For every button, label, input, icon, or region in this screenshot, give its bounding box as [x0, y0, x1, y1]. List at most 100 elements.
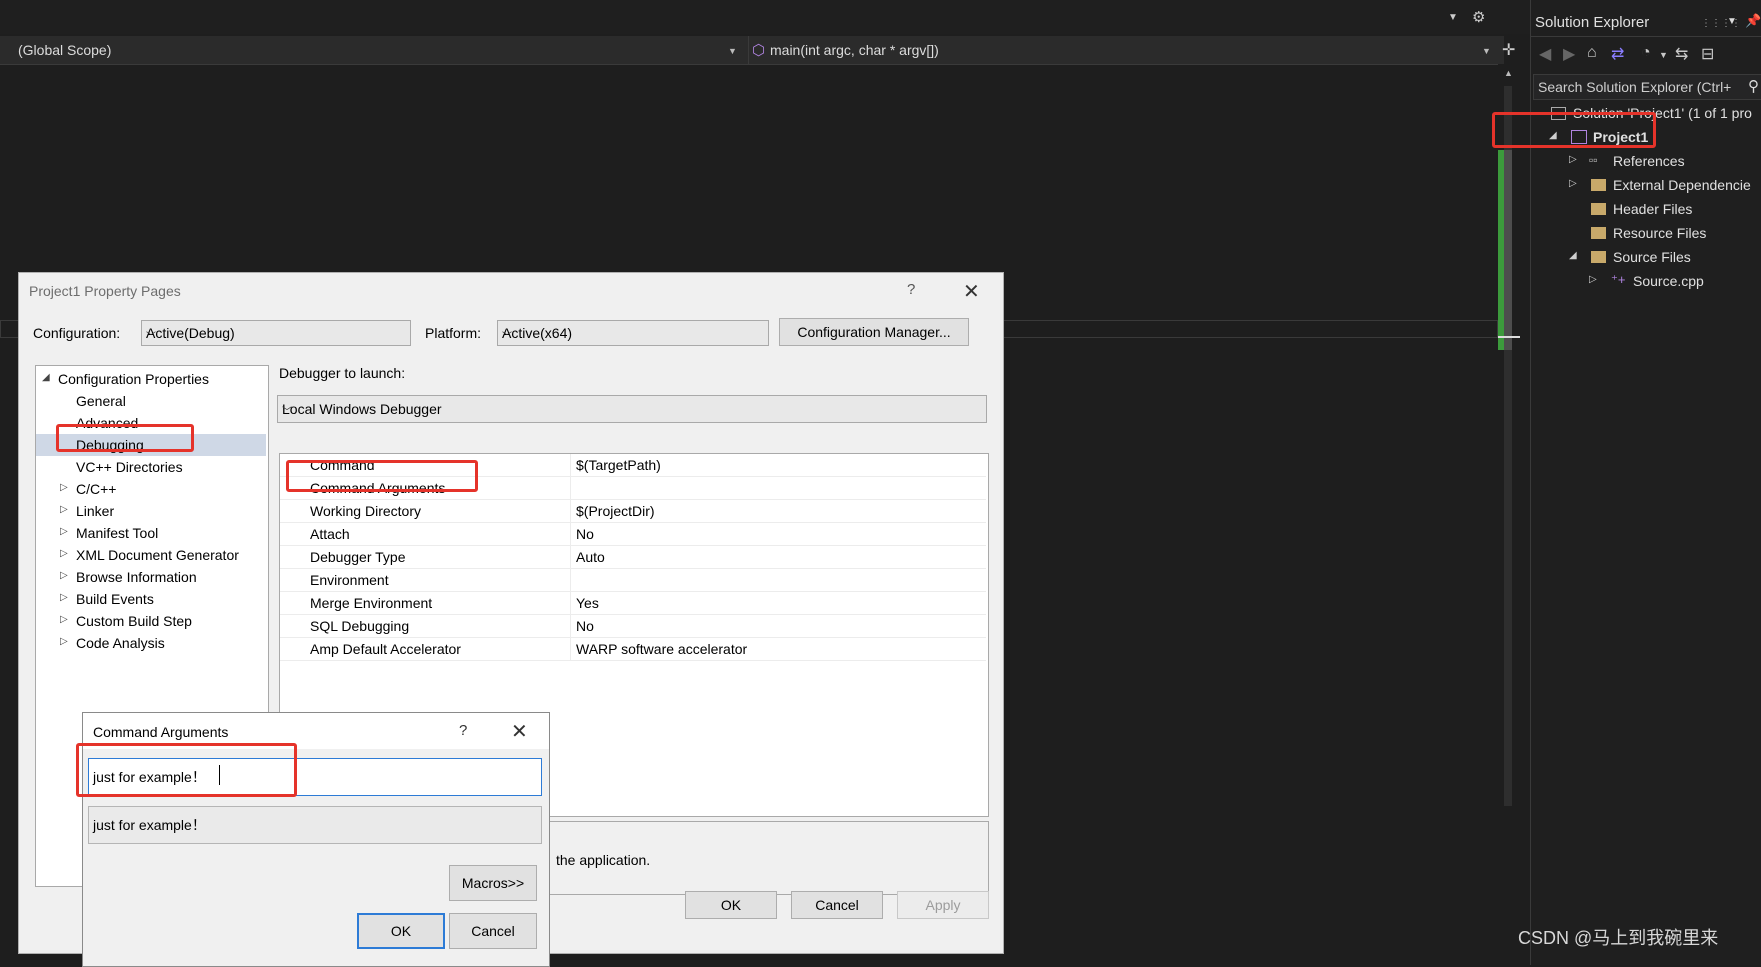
platform-dropdown[interactable]: Active(x64) ﹀ [497, 320, 769, 346]
property-row-merge-environment[interactable]: Merge Environment Yes [280, 592, 986, 615]
collapsed-icon[interactable]: ▷ [1569, 154, 1577, 165]
ok-button[interactable]: OK [357, 913, 445, 949]
tree-item-source-cpp[interactable]: ▷ ⁺+ Source.cpp [1531, 270, 1761, 292]
chevron-down-icon[interactable]: ▼ [1659, 50, 1668, 60]
tree-item-source-files[interactable]: ◢ Source Files [1531, 246, 1761, 268]
pin-icon[interactable]: 📌 [1745, 13, 1761, 29]
tree-item-header-files[interactable]: Header Files [1531, 198, 1761, 220]
nav-item-c-cpp[interactable]: ▷ C/C++ [36, 478, 266, 500]
chevron-down-icon[interactable]: ▼ [728, 46, 737, 56]
tree-item-label: Source Files [1613, 249, 1691, 265]
collapsed-icon[interactable]: ▷ [60, 504, 68, 515]
configuration-manager-button[interactable]: Configuration Manager... [779, 318, 969, 346]
property-row-amp-default-accelerator[interactable]: Amp Default Accelerator WARP software ac… [280, 638, 986, 661]
property-value[interactable]: No [576, 526, 594, 542]
column-separator [570, 615, 571, 637]
collapsed-icon[interactable]: ▷ [60, 592, 68, 603]
nav-item-label: Configuration Properties [58, 371, 209, 387]
tree-item-resource-files[interactable]: Resource Files [1531, 222, 1761, 244]
sync-icon[interactable]: ⇆ [1675, 44, 1688, 64]
pending-changes-icon[interactable]: ◔ [1641, 44, 1651, 62]
property-name: Attach [310, 526, 350, 542]
nav-item-vc-directories[interactable]: VC++ Directories [36, 456, 266, 478]
scope-dropdown[interactable]: (Global Scope) [18, 42, 111, 58]
nav-item-manifest-tool[interactable]: ▷ Manifest Tool [36, 522, 266, 544]
column-separator [570, 500, 571, 522]
filter-folder-icon [1591, 227, 1606, 239]
help-button[interactable]: ? [907, 281, 915, 298]
nav-item-browse-information[interactable]: ▷ Browse Information [36, 566, 266, 588]
nav-item-build-events[interactable]: ▷ Build Events [36, 588, 266, 610]
property-row-attach[interactable]: Attach No [280, 523, 986, 546]
function-dropdown[interactable]: main(int argc, char * argv[]) [770, 42, 939, 58]
home-icon[interactable]: ⌂ [1587, 44, 1597, 62]
chevron-down-icon[interactable]: ▼ [1482, 46, 1491, 56]
nav-item-xml-document-generator[interactable]: ▷ XML Document Generator [36, 544, 266, 566]
collapse-all-icon[interactable]: ⊟ [1701, 44, 1714, 64]
nav-item-label: Code Analysis [76, 635, 165, 651]
split-editor-icon[interactable]: ✛ [1502, 40, 1515, 60]
property-row-working-directory[interactable]: Working Directory $(ProjectDir) [280, 500, 986, 523]
collapsed-icon[interactable]: ▷ [60, 482, 68, 493]
expanded-icon[interactable]: ◢ [1569, 250, 1577, 261]
macros-button[interactable]: Macros>> [449, 865, 537, 901]
property-name: Amp Default Accelerator [310, 641, 461, 657]
cancel-button[interactable]: Cancel [449, 913, 537, 949]
nav-item-label: XML Document Generator [76, 547, 239, 563]
nav-item-label: Custom Build Step [76, 613, 192, 629]
editor-scrollbar[interactable]: ▲ [1498, 64, 1520, 965]
collapsed-icon[interactable]: ▷ [60, 526, 68, 537]
property-value[interactable]: $(ProjectDir) [576, 503, 655, 519]
configuration-dropdown[interactable]: Active(Debug) ﹀ [141, 320, 411, 346]
panel-menu-icon[interactable]: ▼ [1727, 16, 1737, 27]
property-value[interactable]: WARP software accelerator [576, 641, 747, 657]
collapsed-icon[interactable]: ▷ [1589, 274, 1597, 285]
property-name: SQL Debugging [310, 618, 410, 634]
apply-button[interactable]: Apply [897, 891, 989, 919]
collapsed-icon[interactable]: ▷ [1569, 178, 1577, 189]
help-button[interactable]: ? [459, 722, 467, 739]
gear-icon[interactable]: ⚙ [1472, 8, 1485, 26]
nav-item-code-analysis[interactable]: ▷ Code Analysis [36, 632, 266, 654]
collapsed-icon[interactable]: ▷ [60, 548, 68, 559]
solution-explorer-search[interactable]: Search Solution Explorer (Ctrl+ ⚲ [1533, 74, 1761, 100]
scroll-up-icon[interactable]: ▲ [1504, 68, 1513, 78]
tab-dropdown-icon[interactable]: ▼ [1448, 12, 1458, 23]
filter-folder-icon [1591, 251, 1606, 263]
property-value[interactable]: No [576, 618, 594, 634]
nav-item-custom-build-step[interactable]: ▷ Custom Build Step [36, 610, 266, 632]
switch-views-icon[interactable]: ⇄ [1611, 44, 1624, 64]
property-row-environment[interactable]: Environment [280, 569, 986, 592]
property-name: Working Directory [310, 503, 421, 519]
close-icon[interactable]: ✕ [963, 279, 980, 304]
forward-icon[interactable]: ▶ [1563, 44, 1575, 64]
filter-folder-icon [1591, 203, 1606, 215]
preview-text: just for example！ [93, 817, 206, 833]
collapsed-icon[interactable]: ▷ [60, 570, 68, 581]
debugger-dropdown[interactable]: Local Windows Debugger ﹀ [277, 395, 987, 423]
collapsed-icon[interactable]: ▷ [60, 636, 68, 647]
ok-button[interactable]: OK [685, 891, 777, 919]
property-value[interactable]: Yes [576, 595, 599, 611]
navbar-separator [748, 36, 749, 64]
chevron-down-icon: ﹀ [146, 332, 156, 343]
property-value[interactable]: $(TargetPath) [576, 457, 661, 473]
tree-item-external-dependencies[interactable]: ▷ External Dependencie [1531, 174, 1761, 196]
expanded-icon[interactable]: ◢ [42, 372, 50, 383]
nav-item-label: General [76, 393, 126, 409]
back-icon[interactable]: ◀ [1539, 44, 1551, 64]
nav-item-label: Manifest Tool [76, 525, 159, 541]
scrollbar-thumb[interactable] [1504, 150, 1512, 350]
property-row-sql-debugging[interactable]: SQL Debugging No [280, 615, 986, 638]
property-value[interactable]: Auto [576, 549, 605, 565]
property-row-debugger-type[interactable]: Debugger Type Auto [280, 546, 986, 569]
search-icon[interactable]: ⚲ [1748, 77, 1759, 95]
nav-item-linker[interactable]: ▷ Linker [36, 500, 266, 522]
highlight-debugging [56, 424, 194, 452]
nav-item-general[interactable]: General [36, 390, 266, 412]
tree-item-references[interactable]: ▷ ▫▫ References [1531, 150, 1761, 172]
cancel-button[interactable]: Cancel [791, 891, 883, 919]
nav-item-configuration-properties[interactable]: ◢ Configuration Properties [36, 368, 266, 390]
close-icon[interactable]: ✕ [511, 719, 528, 744]
collapsed-icon[interactable]: ▷ [60, 614, 68, 625]
